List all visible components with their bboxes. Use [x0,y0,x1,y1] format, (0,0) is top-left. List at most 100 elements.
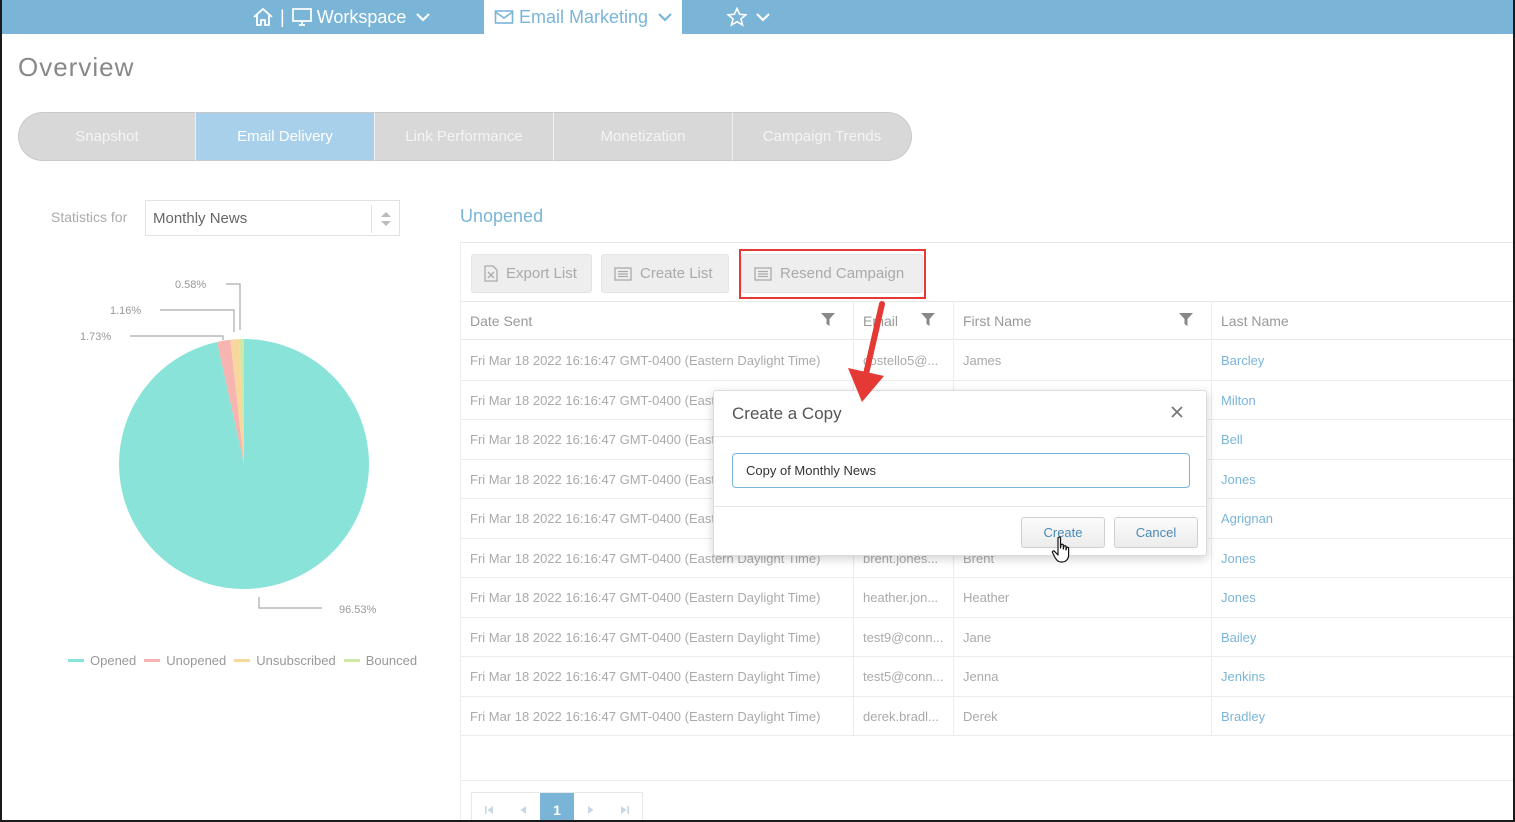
copy-name-input[interactable] [732,453,1190,488]
campaign-select-value: Monthly News [153,209,248,227]
legend-label: Bounced [365,653,418,668]
pie-label-bounced: 0.58% [175,279,206,291]
legend-swatch [144,659,161,662]
tab-email-delivery[interactable]: Email Delivery [196,112,375,161]
campaign-select[interactable]: Monthly News [145,200,400,236]
legend-swatch [234,659,251,662]
filter-icon[interactable] [1179,313,1193,330]
table-row[interactable]: Fri Mar 18 2022 16:16:47 GMT-0400 (Easte… [461,341,1513,381]
grid-header: Date Sent Email First Name Last Name [461,302,1513,340]
date-sent-cell: Fri Mar 18 2022 16:16:47 GMT-0400 (Easte… [461,341,854,380]
statistics-for-label: Statistics for [51,209,128,225]
legend-item-unsubscribed[interactable]: Unsubscribed [234,653,336,668]
date-sent-cell: Fri Mar 18 2022 16:16:47 GMT-0400 (Easte… [461,578,854,617]
leader-line-opened [258,597,322,609]
first-name-cell: Jane [954,617,1212,657]
grid-title: Unopened [460,206,544,226]
column-header-first-name[interactable]: First Name [954,302,1212,340]
tab-snapshot[interactable]: Snapshot [18,112,196,161]
legend-label: Unsubscribed [256,653,336,668]
first-name-cell: Jenna [954,657,1212,696]
nav-workspace-label: Workspace [316,6,407,27]
close-icon[interactable] [1170,404,1184,424]
last-name-cell: Jenkins [1221,669,1266,684]
last-name-cell: Agrignan [1221,511,1274,526]
annotation-arrow [848,301,885,402]
previous-page-icon[interactable] [506,793,540,822]
column-header-last-name[interactable]: Last Name [1212,302,1512,340]
filter-icon[interactable] [921,313,935,330]
dialog-footer: Create Cancel [714,506,1206,556]
column-header-label: Last Name [1221,313,1289,329]
column-header-date-sent[interactable]: Date Sent [461,302,854,340]
create-list-button[interactable]: Create List [601,254,729,293]
last-page-icon[interactable] [608,793,642,822]
tab-monetization[interactable]: Monetization [554,112,733,161]
nav-email-marketing-tab[interactable]: Email Marketing [484,0,682,34]
export-list-button[interactable]: Export List [471,254,592,293]
excel-file-icon [484,265,498,282]
filter-icon[interactable] [821,313,835,330]
nav-workspace-menu[interactable]: | Workspace [252,0,431,34]
first-name-cell: Derek [954,696,1212,736]
nav-email-marketing-label: Email Marketing [518,6,649,27]
date-sent-cell: Fri Mar 18 2022 16:16:47 GMT-0400 (Easte… [461,617,854,657]
legend-item-bounced[interactable]: Bounced [343,653,418,668]
create-list-label: Create List [640,265,713,282]
top-navigation-bar: | Workspace Email Marketing [2,0,1513,34]
dialog-title: Create a Copy [732,403,842,423]
dialog-header: Create a Copy [714,391,1206,437]
column-header-label: Date Sent [470,313,533,329]
tab-campaign-trends[interactable]: Campaign Trends [733,112,912,161]
pie-slice-opened[interactable] [119,339,369,589]
home-icon[interactable] [252,7,274,27]
pie-label-unopened: 1.73% [80,331,111,343]
grid-footer-divider [461,780,1513,781]
list-icon [614,266,632,281]
legend-swatch [68,659,84,662]
legend-swatch [343,659,360,662]
grid-pager: 1 [471,792,643,822]
page-title: Overview [18,52,135,82]
first-page-icon[interactable] [472,793,506,822]
table-row[interactable]: Fri Mar 18 2022 16:16:47 GMT-0400 (Easte… [461,696,1513,736]
hand-cursor-icon [1051,536,1070,563]
annotation-highlight-box [739,249,926,299]
email-cell: test9@conn... [854,617,954,657]
chevron-down-icon [416,12,431,22]
pie-label-opened: 96.53% [339,604,377,616]
next-page-icon[interactable] [574,793,608,822]
date-sent-cell: Fri Mar 18 2022 16:16:47 GMT-0400 (Easte… [461,657,854,696]
nav-separator: | [280,6,285,27]
email-cell: derek.bradl... [854,696,954,736]
last-name-cell: Jones [1221,471,1256,487]
column-header-label: First Name [963,313,1032,329]
delivery-pie-chart: 0.58% 1.16% 1.73% 96.53% [80,279,377,616]
email-cell: test5@conn... [854,657,954,696]
last-name-cell: Bell [1221,432,1243,447]
chevron-down-icon [756,12,770,22]
first-name-cell: James [954,341,1212,380]
date-sent-cell: Fri Mar 18 2022 16:16:47 GMT-0400 (Easte… [461,696,854,736]
last-name-cell: Milton [1221,392,1256,408]
star-icon [726,7,748,27]
create-copy-dialog: Create a Copy Create Cancel [713,390,1207,556]
legend-label: Opened [90,653,137,668]
grid-toolbar: Export List Create List Resend Campaign [461,243,1513,302]
table-row[interactable]: Fri Mar 18 2022 16:16:47 GMT-0400 (Easte… [461,578,1513,618]
table-row[interactable]: Fri Mar 18 2022 16:16:47 GMT-0400 (Easte… [461,617,1513,657]
legend-item-opened[interactable]: Opened [68,653,136,668]
select-spinner-icon[interactable] [371,205,399,233]
chevron-down-icon [658,12,672,22]
last-name-cell: Jones [1221,590,1256,605]
leader-line-unopened [130,335,224,340]
export-list-label: Export List [506,265,577,282]
last-name-cell: Barcley [1221,353,1265,368]
table-row[interactable]: Fri Mar 18 2022 16:16:47 GMT-0400 (Easte… [461,657,1513,697]
legend-item-unopened[interactable]: Unopened [144,653,226,668]
nav-favorites-menu[interactable] [726,0,770,34]
cancel-button[interactable]: Cancel [1114,517,1198,548]
tab-link-performance[interactable]: Link Performance [375,112,554,161]
overview-tabs: Snapshot Email Delivery Link Performance… [18,112,912,161]
page-number-button[interactable]: 1 [540,793,574,822]
